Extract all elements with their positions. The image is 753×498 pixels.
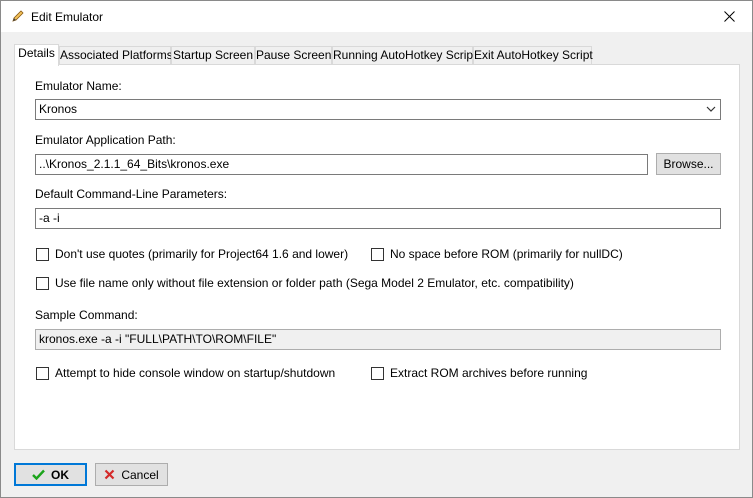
cmd-params-input[interactable]: -a -i bbox=[35, 208, 721, 229]
chevron-down-icon bbox=[706, 106, 716, 112]
checkbox-box[interactable] bbox=[36, 276, 49, 290]
ok-button-label: OK bbox=[51, 467, 69, 482]
hide-console-checkbox[interactable]: Attempt to hide console window on startu… bbox=[36, 366, 335, 380]
app-path-input[interactable]: ..\Kronos_2.1.1_64_Bits\kronos.exe bbox=[35, 154, 648, 175]
tab-label: Exit AutoHotkey Script bbox=[474, 48, 593, 62]
title-bar: Edit Emulator bbox=[1, 1, 752, 32]
checkbox-box[interactable] bbox=[36, 366, 49, 380]
tab-details[interactable]: Details bbox=[14, 44, 59, 66]
close-icon bbox=[723, 11, 735, 22]
checkmark-icon bbox=[32, 469, 45, 480]
sample-command-field: kronos.exe -a -i "FULL\PATH\TO\ROM\FILE" bbox=[35, 329, 721, 350]
pencil-icon bbox=[12, 10, 24, 22]
browse-button-label: Browse... bbox=[663, 157, 714, 171]
cancel-button-label: Cancel bbox=[121, 467, 159, 482]
tab-pause-screen[interactable]: Pause Screen bbox=[255, 46, 332, 65]
close-button[interactable] bbox=[706, 1, 752, 32]
file-name-only-checkbox[interactable]: Use file name only without file extensio… bbox=[36, 276, 574, 290]
no-quotes-checkbox[interactable]: Don't use quotes (primarily for Project6… bbox=[36, 247, 348, 261]
checkbox-box[interactable] bbox=[371, 366, 384, 380]
emulator-name-select[interactable]: Kronos bbox=[35, 99, 721, 120]
app-path-value: ..\Kronos_2.1.1_64_Bits\kronos.exe bbox=[39, 157, 230, 171]
tab-label: Details bbox=[18, 46, 55, 60]
cancel-button[interactable]: Cancel bbox=[95, 463, 168, 486]
cmd-params-label: Default Command-Line Parameters: bbox=[35, 187, 228, 201]
no-space-label: No space before ROM (primarily for nullD… bbox=[390, 247, 623, 261]
tab-label: Pause Screen bbox=[256, 48, 332, 62]
sample-command-value: kronos.exe -a -i "FULL\PATH\TO\ROM\FILE" bbox=[39, 332, 277, 346]
emulator-name-label: Emulator Name: bbox=[35, 79, 122, 93]
window-title: Edit Emulator bbox=[31, 10, 104, 24]
checkbox-box[interactable] bbox=[371, 247, 384, 261]
app-path-label: Emulator Application Path: bbox=[35, 133, 176, 147]
browse-button[interactable]: Browse... bbox=[656, 153, 721, 175]
cancel-x-icon bbox=[105, 469, 115, 480]
tab-running-autohotkey-script[interactable]: Running AutoHotkey Script bbox=[332, 46, 477, 65]
emulator-name-value: Kronos bbox=[39, 102, 78, 116]
checkbox-box[interactable] bbox=[36, 247, 49, 261]
extract-rom-label: Extract ROM archives before running bbox=[390, 366, 588, 380]
details-panel: Emulator Name: Kronos Emulator Applicati… bbox=[14, 64, 740, 450]
no-space-checkbox[interactable]: No space before ROM (primarily for nullD… bbox=[371, 247, 623, 261]
ok-button[interactable]: OK bbox=[14, 463, 87, 486]
tab-label: Associated Platforms bbox=[60, 48, 173, 62]
cmd-params-value: -a -i bbox=[39, 211, 60, 225]
extract-rom-checkbox[interactable]: Extract ROM archives before running bbox=[371, 366, 587, 380]
file-name-only-label: Use file name only without file extensio… bbox=[55, 276, 574, 290]
tab-label: Running AutoHotkey Script bbox=[333, 48, 477, 62]
tab-exit-autohotkey-script[interactable]: Exit AutoHotkey Script bbox=[473, 46, 593, 65]
edit-emulator-dialog: Edit Emulator Details Associated Platfor… bbox=[0, 0, 753, 498]
tab-associated-platforms[interactable]: Associated Platforms bbox=[59, 46, 173, 65]
sample-command-label: Sample Command: bbox=[35, 308, 138, 322]
tab-label: Startup Screen bbox=[172, 48, 254, 62]
hide-console-label: Attempt to hide console window on startu… bbox=[55, 366, 336, 380]
tab-startup-screen[interactable]: Startup Screen bbox=[171, 46, 255, 65]
no-quotes-label: Don't use quotes (primarily for Project6… bbox=[55, 247, 349, 261]
